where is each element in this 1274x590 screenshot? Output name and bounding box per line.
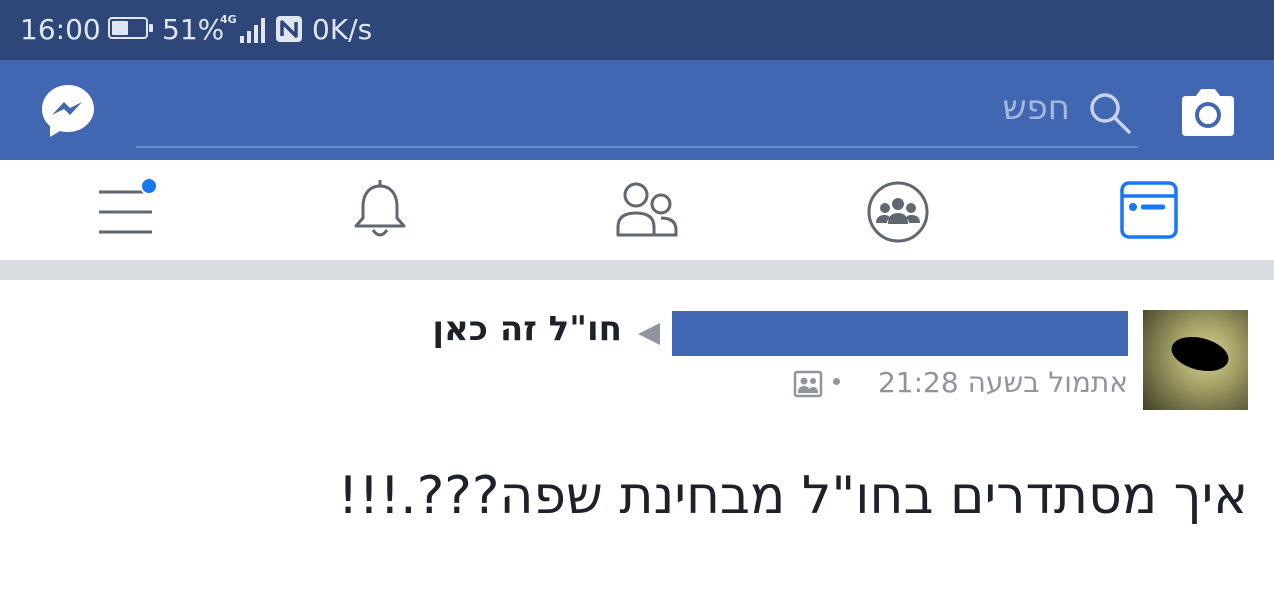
nfc-icon — [276, 16, 302, 42]
messenger-icon[interactable] — [38, 81, 98, 141]
search-icon[interactable] — [1088, 91, 1132, 135]
post-body: איך מסתדרים בחו"ל מבחינת שפה???.!!! — [337, 466, 1248, 526]
status-time: 16:00 — [20, 13, 101, 46]
avatar[interactable] — [1143, 310, 1248, 410]
network-speed: 0K/s — [312, 13, 373, 46]
privacy-group-icon — [793, 370, 823, 398]
group-name[interactable]: חו"ל זה כאן — [380, 309, 622, 349]
network-type: 4G — [220, 13, 237, 26]
status-bar: 16:00 51% 4G 0K/s — [0, 0, 1274, 60]
camera-icon[interactable] — [1178, 86, 1238, 138]
avatar-redaction — [1167, 331, 1233, 377]
menu-icon[interactable] — [96, 176, 164, 236]
friends-icon[interactable] — [614, 180, 680, 238]
battery-icon — [108, 17, 153, 39]
battery-percent: 51% — [162, 13, 225, 46]
search-input[interactable]: חפש — [930, 88, 1070, 128]
feed-divider — [0, 260, 1274, 280]
arrow-icon — [638, 323, 660, 345]
redacted-author-name — [672, 311, 1128, 356]
app-bar — [0, 60, 1274, 160]
groups-icon[interactable] — [866, 180, 930, 244]
notifications-icon[interactable] — [350, 178, 410, 242]
battery-fill — [112, 21, 128, 35]
news-feed-icon[interactable] — [1119, 180, 1179, 240]
separator-dot — [833, 378, 840, 385]
post-timestamp[interactable]: אתמול בשעה 21:28 — [850, 366, 1128, 399]
signal-icon — [240, 18, 265, 43]
menu-badge — [140, 177, 158, 195]
search-underline — [136, 146, 1138, 148]
